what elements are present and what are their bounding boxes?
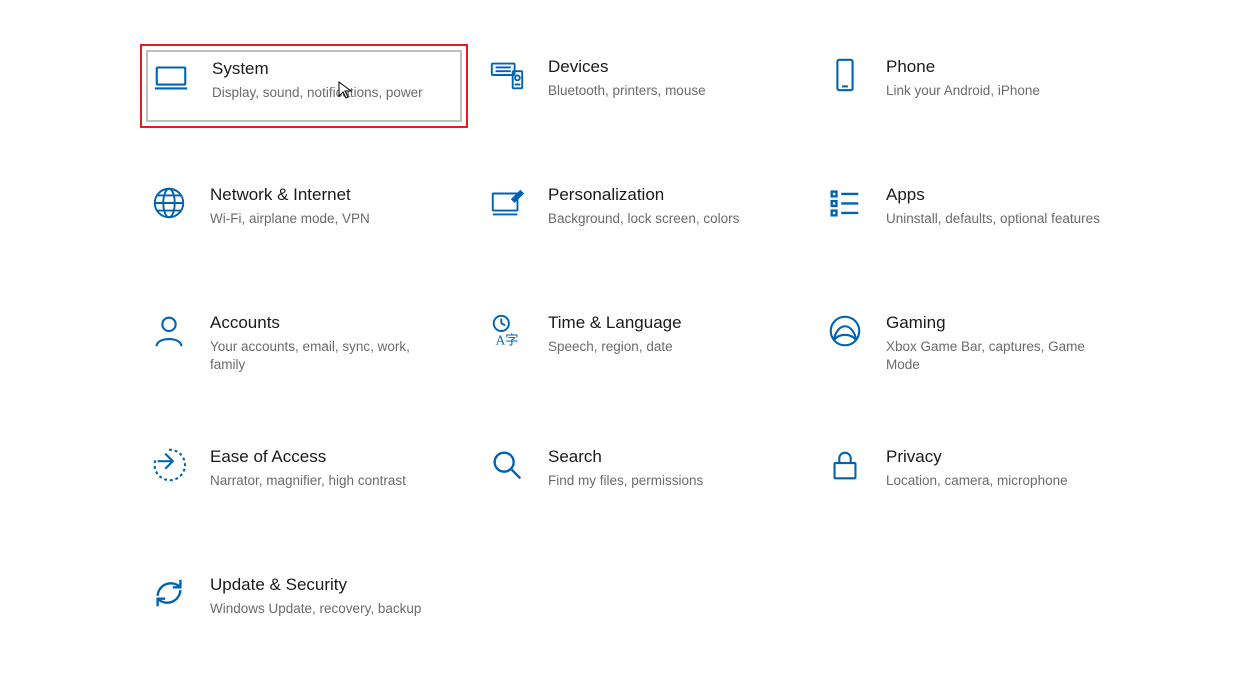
tile-title: Devices <box>548 56 706 78</box>
tile-title: Gaming <box>886 312 1111 334</box>
tile-title: Phone <box>886 56 1040 78</box>
tile-network[interactable]: Network & Internet Wi-Fi, airplane mode,… <box>140 172 468 256</box>
tile-subtitle: Background, lock screen, colors <box>548 210 739 228</box>
network-icon <box>150 184 188 222</box>
tile-personalization[interactable]: Personalization Background, lock screen,… <box>478 172 806 256</box>
tile-apps[interactable]: Apps Uninstall, defaults, optional featu… <box>816 172 1144 256</box>
tile-title: Accounts <box>210 312 435 334</box>
tile-accounts[interactable]: Accounts Your accounts, email, sync, wor… <box>140 300 468 390</box>
time-language-icon: A字 <box>488 312 526 350</box>
tile-subtitle: Display, sound, notifications, power <box>212 84 423 102</box>
tile-time-language[interactable]: A字 Time & Language Speech, region, date <box>478 300 806 390</box>
tile-gaming[interactable]: Gaming Xbox Game Bar, captures, Game Mod… <box>816 300 1144 390</box>
tile-subtitle: Xbox Game Bar, captures, Game Mode <box>886 338 1111 374</box>
tile-title: Time & Language <box>548 312 682 334</box>
gaming-icon <box>826 312 864 350</box>
tile-title: Ease of Access <box>210 446 406 468</box>
tile-subtitle: Windows Update, recovery, backup <box>210 600 421 618</box>
tile-title: Network & Internet <box>210 184 370 206</box>
tile-subtitle: Location, camera, microphone <box>886 472 1068 490</box>
tile-subtitle: Bluetooth, printers, mouse <box>548 82 706 100</box>
tile-title: Apps <box>886 184 1100 206</box>
accounts-icon <box>150 312 188 350</box>
tile-title: System <box>212 58 423 80</box>
tile-title: Update & Security <box>210 574 421 596</box>
search-icon <box>488 446 526 484</box>
settings-category-grid: System Display, sound, notifications, po… <box>140 44 1220 646</box>
tile-title: Privacy <box>886 446 1068 468</box>
tile-subtitle: Wi-Fi, airplane mode, VPN <box>210 210 370 228</box>
tile-subtitle: Find my files, permissions <box>548 472 703 490</box>
tile-subtitle: Uninstall, defaults, optional features <box>886 210 1100 228</box>
tile-subtitle: Speech, region, date <box>548 338 682 356</box>
tile-title: Personalization <box>548 184 739 206</box>
update-security-icon <box>150 574 188 612</box>
devices-icon <box>488 56 526 94</box>
phone-icon <box>826 56 864 94</box>
tile-phone[interactable]: Phone Link your Android, iPhone <box>816 44 1144 128</box>
privacy-icon <box>826 446 864 484</box>
tile-devices[interactable]: Devices Bluetooth, printers, mouse <box>478 44 806 128</box>
tile-subtitle: Narrator, magnifier, high contrast <box>210 472 406 490</box>
tile-title: Search <box>548 446 703 468</box>
tile-subtitle: Your accounts, email, sync, work, family <box>210 338 435 374</box>
tile-search[interactable]: Search Find my files, permissions <box>478 434 806 518</box>
ease-of-access-icon <box>150 446 188 484</box>
personalization-icon <box>488 184 526 222</box>
tile-privacy[interactable]: Privacy Location, camera, microphone <box>816 434 1144 518</box>
svg-text:A字: A字 <box>496 332 519 347</box>
tile-ease-of-access[interactable]: Ease of Access Narrator, magnifier, high… <box>140 434 468 518</box>
tile-subtitle: Link your Android, iPhone <box>886 82 1040 100</box>
tile-system[interactable]: System Display, sound, notifications, po… <box>140 44 468 128</box>
system-icon <box>152 58 190 96</box>
apps-icon <box>826 184 864 222</box>
tile-update-security[interactable]: Update & Security Windows Update, recove… <box>140 562 468 646</box>
